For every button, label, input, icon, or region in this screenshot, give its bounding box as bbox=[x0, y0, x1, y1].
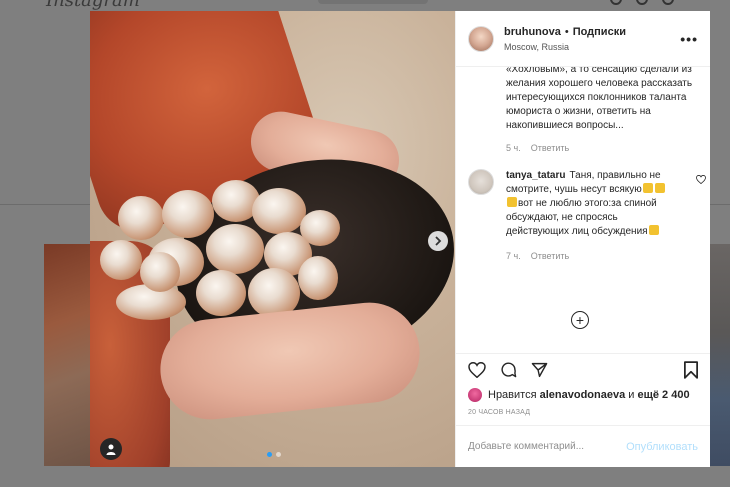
comment-body: tanya_tataru Таня, правильно не смотрите,… bbox=[506, 169, 676, 263]
cookie bbox=[252, 188, 306, 234]
background-thumbnail bbox=[44, 244, 92, 466]
caption-time: 5 ч. bbox=[506, 143, 521, 153]
cookie bbox=[100, 240, 142, 280]
like-button[interactable] bbox=[468, 361, 486, 378]
comment-input[interactable] bbox=[468, 441, 627, 452]
user-icon bbox=[106, 444, 116, 455]
thumbs-down-emoji-icon bbox=[507, 197, 517, 207]
comment-text: вот не люблю этого:за спиной обсуждают, … bbox=[506, 198, 657, 237]
comment-meta: 7 ч. Ответить bbox=[506, 249, 676, 263]
add-comment-bar: Опубликовать bbox=[456, 425, 710, 467]
instagram-logo: Instagram bbox=[46, 0, 140, 11]
save-button[interactable] bbox=[684, 360, 698, 379]
tagged-users-button[interactable] bbox=[100, 438, 122, 460]
commenter-avatar[interactable] bbox=[468, 169, 494, 195]
comment-button[interactable] bbox=[500, 361, 517, 378]
reply-button[interactable]: Ответить bbox=[531, 143, 569, 153]
more-dots-icon[interactable]: ••• bbox=[680, 31, 698, 47]
reply-button[interactable]: Ответить bbox=[531, 251, 569, 261]
background-thumbnail bbox=[709, 244, 730, 466]
comment-item: tanya_tataru Таня, правильно не смотрите,… bbox=[468, 169, 706, 263]
liker-username[interactable]: alenavodonaeva bbox=[540, 389, 626, 401]
author-info: bruhunova • Подписки Moscow, Russia bbox=[504, 26, 680, 52]
like-comment-heart-icon[interactable] bbox=[696, 175, 706, 184]
posted-time: 20 ЧАСОВ НАЗАД bbox=[468, 409, 531, 416]
separator-dot: • bbox=[564, 25, 569, 38]
likes-and: и bbox=[628, 389, 635, 401]
comment-bubble-icon bbox=[501, 362, 517, 378]
chevron-right-icon bbox=[435, 236, 442, 246]
post-photo bbox=[90, 11, 455, 467]
slide-dot bbox=[276, 452, 281, 457]
post-location[interactable]: Moscow, Russia bbox=[504, 42, 680, 52]
comment-time: 7 ч. bbox=[506, 251, 521, 261]
commenter-username[interactable]: tanya_tataru bbox=[506, 170, 565, 181]
likes-summary: Нравится alenavodonaeva и ещё 2 400 bbox=[456, 385, 710, 405]
cookie bbox=[206, 224, 264, 274]
thumbs-down-emoji-icon bbox=[642, 183, 653, 193]
caption-text: «Хохловым», а то сенсацию сделали из жел… bbox=[506, 67, 693, 131]
likes-count-link[interactable]: ещё 2 400 bbox=[637, 389, 689, 401]
cookie bbox=[162, 190, 214, 238]
next-slide-button[interactable] bbox=[428, 231, 448, 251]
load-more-comments-button[interactable]: + bbox=[571, 311, 589, 329]
liker-avatar[interactable] bbox=[468, 388, 482, 402]
caption-meta: 5 ч. Ответить bbox=[506, 143, 698, 153]
background-search-bar bbox=[318, 0, 428, 4]
post-header: bruhunova • Подписки Moscow, Russia ••• bbox=[456, 11, 710, 67]
cookie bbox=[118, 196, 164, 240]
bookmark-icon bbox=[684, 360, 698, 379]
thumbs-down-emoji-icon bbox=[648, 225, 659, 235]
comments-list: «Хохловым», а то сенсацию сделали из жел… bbox=[456, 67, 710, 353]
cookie bbox=[140, 252, 180, 292]
publish-button[interactable]: Опубликовать bbox=[626, 441, 698, 453]
following-button[interactable]: Подписки bbox=[573, 26, 626, 38]
plus-icon: + bbox=[575, 312, 585, 328]
likes-prefix: Нравится bbox=[488, 389, 537, 401]
post-sidebar: bruhunova • Подписки Moscow, Russia ••• «Х… bbox=[455, 11, 710, 467]
thumbs-down-emoji-icon bbox=[654, 183, 665, 193]
author-avatar[interactable] bbox=[468, 25, 494, 52]
cookie bbox=[298, 256, 338, 300]
share-button[interactable] bbox=[531, 362, 548, 378]
cookie bbox=[196, 270, 246, 316]
heart-icon bbox=[468, 361, 486, 378]
background-nav-icons bbox=[610, 0, 700, 5]
paper-plane-icon bbox=[531, 362, 548, 377]
post-modal: bruhunova • Подписки Moscow, Russia ••• «Х… bbox=[90, 11, 710, 467]
post-actions bbox=[456, 353, 710, 385]
slide-dot bbox=[267, 452, 272, 457]
slide-indicators bbox=[267, 452, 281, 457]
author-username[interactable]: bruhunova bbox=[504, 26, 561, 38]
